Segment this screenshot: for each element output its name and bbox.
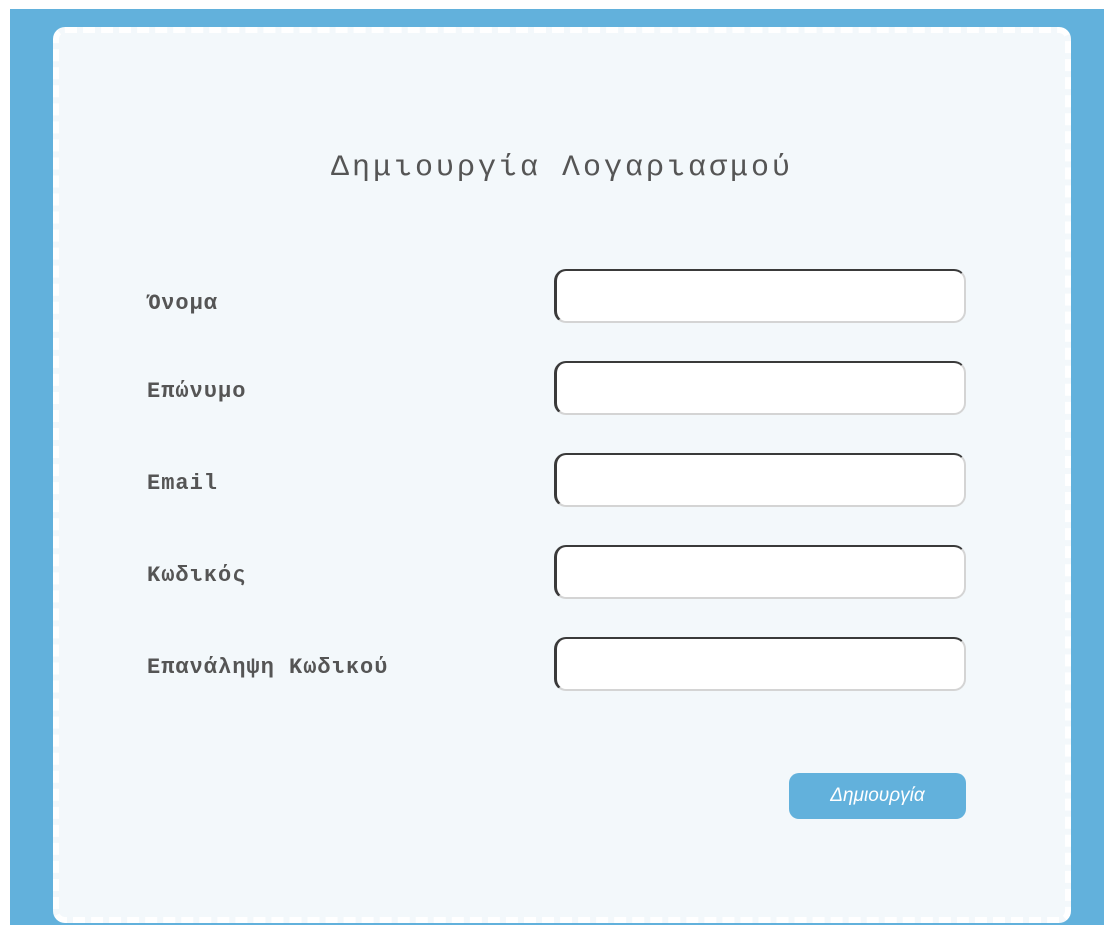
password-confirm-input[interactable] (554, 637, 966, 691)
create-account-button[interactable]: Δημιουργία (789, 773, 966, 819)
email-label: Email (147, 471, 219, 496)
password-label: Κωδικός (147, 563, 247, 588)
last-name-label: Επώνυμο (147, 379, 247, 404)
password-confirm-label: Επανάληψη Κωδικού (147, 655, 389, 680)
last-name-input[interactable] (554, 361, 966, 415)
password-input[interactable] (554, 545, 966, 599)
first-name-input[interactable] (554, 269, 966, 323)
first-name-label: Όνομα (147, 291, 219, 316)
signup-form-card: Δημιουργία Λογαριασμού Όνομα Επώνυμο Ema… (53, 27, 1071, 923)
form-title: Δημιουργία Λογαριασμού (330, 151, 794, 185)
email-input[interactable] (554, 453, 966, 507)
page-frame: Δημιουργία Λογαριασμού Όνομα Επώνυμο Ema… (10, 9, 1104, 925)
